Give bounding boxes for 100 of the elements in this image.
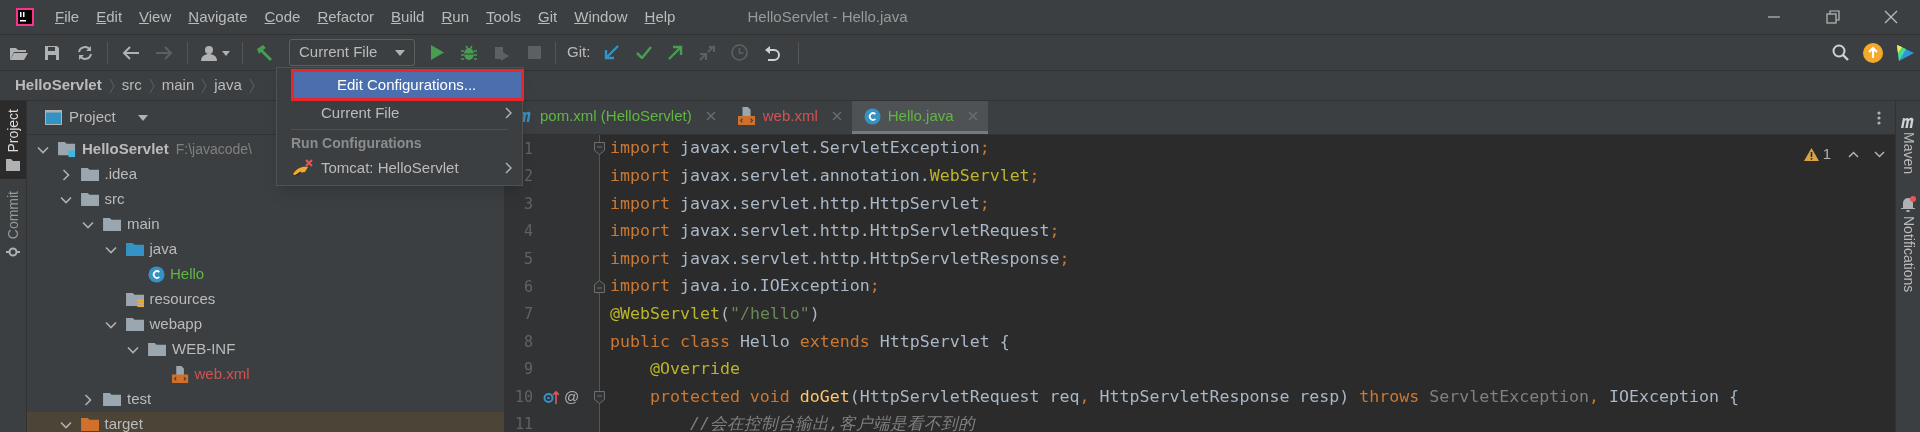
- menu-item[interactable]: Help: [644, 5, 676, 29]
- code-line: import javax.servlet.http.HttpServlet;: [610, 192, 990, 215]
- tree-item[interactable]: resources: [27, 287, 504, 312]
- panel-title[interactable]: Project: [69, 106, 116, 129]
- tree-item-label: web.xml: [194, 364, 250, 385]
- breadcrumb-separator-icon: [201, 77, 208, 94]
- folder-icon: [80, 416, 100, 432]
- tool-window-tab[interactable]: Maven: [1897, 116, 1919, 175]
- hammer-icon[interactable]: [255, 43, 275, 62]
- breadcrumb-item[interactable]: src: [121, 74, 142, 97]
- menu-item[interactable]: Git: [538, 5, 558, 29]
- tree-item-label: Hello: [170, 264, 205, 285]
- code-line: @Override: [648, 358, 740, 381]
- tree-item[interactable]: Hello: [27, 262, 504, 287]
- back-arrow-icon[interactable]: [122, 45, 140, 60]
- menu-item[interactable]: Navigate: [188, 5, 248, 29]
- caret-icon: [395, 49, 405, 56]
- fold-marker-icon[interactable]: [594, 390, 605, 404]
- menu-item[interactable]: Window: [574, 5, 628, 29]
- menu-item[interactable]: View: [139, 5, 172, 29]
- menu-item[interactable]: Current File: [277, 99, 522, 127]
- toolbox-logo-icon[interactable]: [1896, 43, 1914, 62]
- tree-item-label: java: [149, 239, 178, 260]
- restore-icon[interactable]: [1826, 10, 1840, 24]
- xml-file-icon: [737, 107, 756, 125]
- open-folder-icon[interactable]: [10, 45, 28, 60]
- tomcat-cat-icon: [292, 158, 314, 178]
- menu-item[interactable]: Edit: [96, 5, 123, 29]
- tree-item-label: target: [104, 414, 143, 432]
- tree-item[interactable]: WEB-INF: [27, 337, 504, 362]
- tool-window-tab[interactable]: Commit: [0, 182, 26, 267]
- code-line: import javax.servlet.annotation.WebServlet;: [610, 164, 1040, 187]
- tree-item[interactable]: webapp: [27, 312, 504, 337]
- collapsed-chevron-icon[interactable]: [82, 393, 94, 406]
- tree-item-label: webapp: [149, 314, 203, 335]
- fold-end-marker-icon[interactable]: [594, 280, 605, 294]
- class-icon: [148, 266, 165, 283]
- breadcrumb-item[interactable]: HelloServlet: [15, 74, 102, 97]
- update-arrow-icon[interactable]: [604, 45, 620, 60]
- debug-bug-icon[interactable]: [461, 44, 477, 61]
- menu-item[interactable]: Build: [391, 5, 425, 29]
- fold-marker-icon[interactable]: [594, 142, 605, 156]
- menu-item[interactable]: Tools: [486, 5, 522, 29]
- user-dropdown-icon[interactable]: [200, 44, 232, 61]
- tab-label: web.xml: [762, 105, 818, 126]
- folder-icon: [125, 316, 145, 333]
- close-icon[interactable]: [1884, 10, 1898, 24]
- tool-window-tab[interactable]: Project: [0, 101, 26, 179]
- overrides-method-icon[interactable]: [543, 389, 559, 406]
- warning-count[interactable]: 1: [1822, 143, 1831, 166]
- tree-item[interactable]: main: [27, 212, 504, 237]
- menu-item[interactable]: Edit Configurations...: [293, 71, 522, 99]
- editor-tab[interactable]: Hello.java: [851, 101, 988, 134]
- menu-item[interactable]: Run: [441, 5, 469, 29]
- tree-item-label: .idea: [104, 164, 138, 185]
- tree-item-label: src: [104, 189, 125, 210]
- save-icon[interactable]: [44, 44, 60, 61]
- menu-item[interactable]: Refactor: [317, 5, 375, 29]
- folder-icon: [80, 191, 100, 208]
- tree-item[interactable]: test: [27, 387, 504, 412]
- next-chevron-icon[interactable]: [1874, 150, 1885, 158]
- commit-checkmark-icon[interactable]: [636, 46, 653, 59]
- tree-item-label: test: [127, 389, 152, 410]
- window-title: HelloServlet - Hello.java: [747, 6, 908, 27]
- tree-item[interactable]: java: [27, 237, 504, 262]
- tool-window-tab[interactable]: Notifications: [1897, 196, 1919, 293]
- class-icon: [863, 107, 881, 125]
- push-arrow-icon[interactable]: [668, 45, 684, 60]
- menu-item[interactable]: Code: [264, 5, 301, 29]
- sync-icon[interactable]: [77, 44, 93, 61]
- folder-icon: [80, 166, 100, 183]
- breadcrumb-item[interactable]: java: [214, 74, 242, 97]
- project-window-icon: [45, 110, 62, 125]
- folder-icon: [125, 241, 145, 258]
- tree-item[interactable]: target: [27, 412, 504, 432]
- run-configuration-dropdown[interactable]: Current File: [289, 39, 415, 66]
- tree-item[interactable]: src: [27, 187, 504, 212]
- code-line: //会在控制台输出,客户端是看不到的: [688, 413, 975, 432]
- folder-icon: [103, 216, 122, 233]
- previous-chevron-icon[interactable]: [1848, 150, 1859, 158]
- breadcrumb-item[interactable]: main: [161, 74, 195, 97]
- folder-icon: [103, 391, 122, 408]
- git-label: Git:: [567, 42, 591, 63]
- menu-item[interactable]: Tomcat: HelloServlet: [277, 154, 522, 182]
- update-available-icon[interactable]: [1863, 42, 1883, 63]
- tree-item-label: WEB-INF: [172, 339, 236, 360]
- warning-icon[interactable]: [1803, 147, 1819, 161]
- bell-icon: [1900, 196, 1916, 213]
- menu-item[interactable]: File: [55, 5, 80, 29]
- search-icon[interactable]: [1832, 44, 1849, 61]
- module-folder-icon: [58, 141, 77, 158]
- rollback-icon[interactable]: [764, 44, 781, 61]
- xml-file-icon: [170, 366, 190, 383]
- more-options-icon[interactable]: [1877, 110, 1881, 125]
- gutter-mark[interactable]: @: [564, 385, 580, 409]
- tab-label: Hello.java: [887, 105, 954, 126]
- code-line: import javax.servlet.http.HttpServletResponse;: [610, 247, 1070, 270]
- dropdown-caret-icon[interactable]: [137, 114, 148, 121]
- breadcrumb-separator-icon: [108, 77, 115, 94]
- run-icon[interactable]: [430, 45, 444, 60]
